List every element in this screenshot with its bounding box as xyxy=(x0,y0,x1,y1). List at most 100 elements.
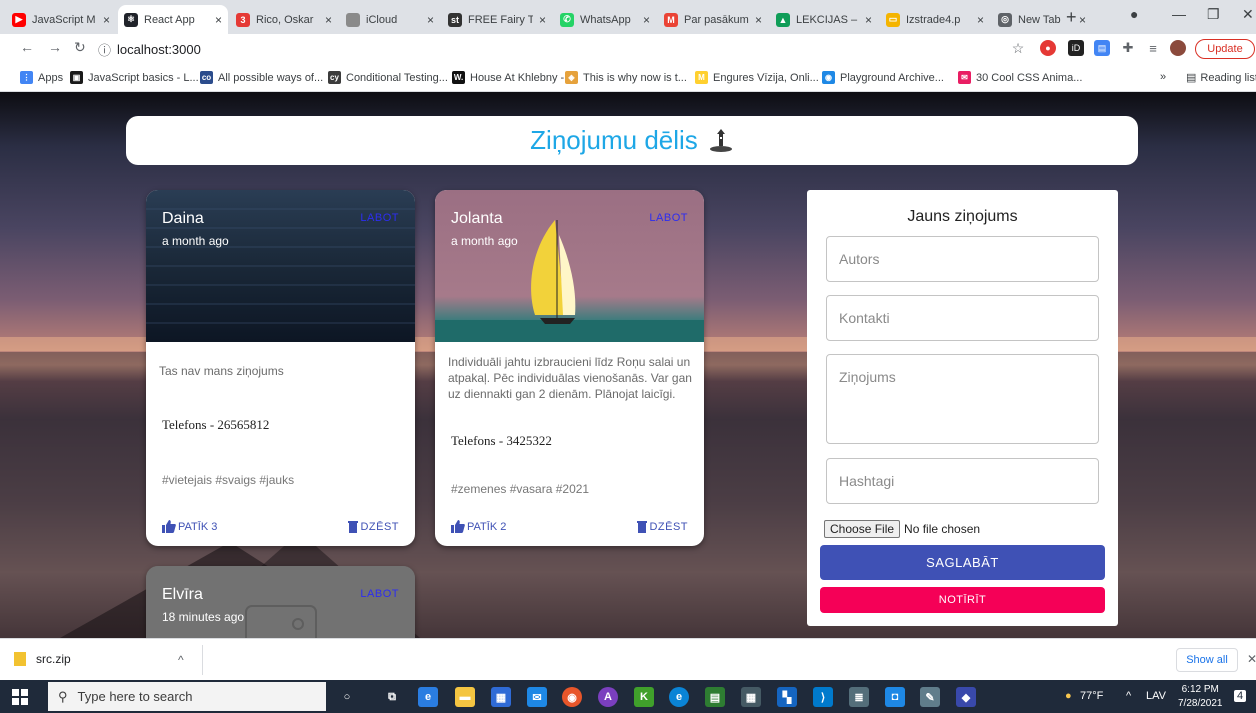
close-tab-icon[interactable]: × xyxy=(865,13,872,27)
paint-icon[interactable]: ✎ xyxy=(920,687,940,707)
close-tab-icon[interactable]: × xyxy=(427,13,434,27)
tab-react[interactable]: ⚛ React App × xyxy=(118,5,228,34)
show-all-button[interactable]: Show all xyxy=(1176,648,1238,672)
page-title: Ziņojumu dēlis xyxy=(530,125,698,155)
mail-icon: ✉ xyxy=(958,71,971,84)
bookmark-item[interactable]: cy Conditional Testing... xyxy=(328,71,448,84)
tab-st[interactable]: st FREE Fairy T × xyxy=(442,5,552,34)
bookmark-item[interactable]: ◈ This is why now is t... xyxy=(565,71,687,84)
tab-apple[interactable]: iCloud × xyxy=(340,5,440,34)
close-window-icon[interactable]: ✕ xyxy=(1242,6,1254,23)
card-time: 18 minutes ago xyxy=(162,610,245,624)
url-input[interactable]: ⓘ localhost:3000 xyxy=(98,38,1033,60)
delete-button[interactable]: DZĒST xyxy=(637,520,688,533)
tab-drive[interactable]: ▲ LEKCIJAS – × xyxy=(770,5,878,34)
chevron-up-icon[interactable]: ^ xyxy=(178,653,184,667)
download-item[interactable]: src.zip xyxy=(14,652,71,666)
close-tab-icon[interactable]: × xyxy=(103,13,110,27)
reading-list-button[interactable]: ▤ Reading list xyxy=(1186,71,1256,85)
author-input[interactable]: Autors xyxy=(826,236,1099,282)
info-icon[interactable]: ⓘ xyxy=(98,40,111,59)
contacts-input[interactable]: Kontakti xyxy=(826,295,1099,341)
calculator-icon[interactable]: ▦ xyxy=(741,687,761,707)
file-explorer-icon[interactable]: ▬ xyxy=(455,687,475,707)
close-tab-icon[interactable]: × xyxy=(539,13,546,27)
tab-b[interactable]: 3 Rico, Oskar × xyxy=(230,5,338,34)
tab-chrome[interactable]: ◎ New Tab × xyxy=(992,5,1092,34)
tab-slides[interactable]: ▭ Izstrade4.p × xyxy=(880,5,990,34)
clock[interactable]: 6:12 PM 7/28/2021 xyxy=(1178,683,1223,711)
close-tab-icon[interactable]: × xyxy=(755,13,762,27)
language-indicator[interactable]: LAV xyxy=(1146,690,1166,702)
forward-icon[interactable]: → xyxy=(48,39,62,55)
close-tab-icon[interactable]: × xyxy=(643,13,650,27)
bookmark-item[interactable]: W. House At Khlebny -... xyxy=(452,71,573,84)
cortana-icon[interactable]: ○ xyxy=(337,687,357,707)
notification-badge[interactable]: 4 xyxy=(1234,690,1247,702)
kotlin-icon[interactable]: K xyxy=(634,687,654,707)
minimize-icon[interactable]: — xyxy=(1172,6,1186,22)
taskbar-search-placeholder: Type here to search xyxy=(77,689,193,704)
bookmark-item[interactable]: M Engures Vīzija, Onli... xyxy=(695,71,819,84)
windows-start-icon[interactable] xyxy=(12,689,28,705)
profile-icon[interactable]: ● xyxy=(1130,6,1138,22)
sheets-icon[interactable]: ▤ xyxy=(705,687,725,707)
network-app-icon[interactable]: ▚ xyxy=(777,687,797,707)
edge-legacy-icon[interactable]: e xyxy=(418,687,438,707)
miro-icon: M xyxy=(695,71,708,84)
restore-icon[interactable]: ❐ xyxy=(1207,6,1220,23)
app-icon[interactable]: ◆ xyxy=(956,687,976,707)
bookmark-item[interactable]: ◉ Playground Archive... xyxy=(822,71,944,84)
new-tab-button[interactable]: + xyxy=(1066,7,1077,28)
save-button[interactable]: SAGLABĀT xyxy=(820,545,1105,580)
extension-translate-icon[interactable]: ▤ xyxy=(1094,40,1110,56)
notepad-icon[interactable]: ≣ xyxy=(849,687,869,707)
clear-button[interactable]: NOTĪRĪT xyxy=(820,587,1105,613)
like-button[interactable]: PATĪK 2 xyxy=(451,520,506,533)
extensions-puzzle-icon[interactable]: ✚ xyxy=(1120,40,1136,56)
card-image: Daina a month ago LABOT xyxy=(146,190,415,342)
close-tab-icon[interactable]: × xyxy=(1079,13,1086,27)
extension-red-icon[interactable]: ● xyxy=(1040,40,1056,56)
edge-icon[interactable]: e xyxy=(669,687,689,707)
bookmark-item[interactable]: ▣ JavaScript basics - L... xyxy=(70,71,199,84)
chrome-taskbar-icon[interactable]: ◉ xyxy=(562,687,582,707)
mail-app-icon[interactable]: ✉ xyxy=(527,687,547,707)
weather-text[interactable]: 77°F xyxy=(1080,690,1103,702)
avatar[interactable] xyxy=(1170,40,1186,56)
visual-studio-icon[interactable]: A xyxy=(598,687,618,707)
bookmark-item[interactable]: ⋮ Apps xyxy=(20,71,63,84)
bookmark-item[interactable]: co All possible ways of... xyxy=(200,71,323,84)
delete-button[interactable]: DZĒST xyxy=(348,520,399,533)
clock-date: 7/28/2021 xyxy=(1178,698,1223,709)
extension-id-icon[interactable]: iD xyxy=(1068,40,1084,56)
snip-icon[interactable]: ◘ xyxy=(885,687,905,707)
close-tab-icon[interactable]: × xyxy=(977,13,984,27)
chevron-up-tray-icon[interactable]: ^ xyxy=(1126,690,1131,702)
reload-icon[interactable]: ↻ xyxy=(74,39,86,56)
close-downloads-icon[interactable]: ✕ xyxy=(1247,652,1256,666)
bookmark-item[interactable]: ✉ 30 Cool CSS Anima... xyxy=(958,71,1082,84)
tab-whatsapp[interactable]: ✆ WhatsApp × xyxy=(554,5,656,34)
back-icon[interactable]: ← xyxy=(20,39,34,55)
update-button[interactable]: Update xyxy=(1195,39,1255,59)
close-tab-icon[interactable]: × xyxy=(215,13,222,27)
bookmarks-overflow-button[interactable]: » xyxy=(1160,71,1166,83)
edit-button[interactable]: LABOT xyxy=(360,588,399,600)
store-icon[interactable]: ▦ xyxy=(491,687,511,707)
tab-youtube[interactable]: ▶ JavaScript M × xyxy=(6,5,116,34)
taskbar-search-input[interactable]: ⚲ Type here to search xyxy=(48,682,326,711)
hashtags-input[interactable]: Hashtagi xyxy=(826,458,1099,504)
edit-button[interactable]: LABOT xyxy=(360,212,399,224)
tab-gmail[interactable]: M Par pasākum × xyxy=(658,5,768,34)
choose-file-button[interactable]: Choose File xyxy=(824,520,901,538)
vscode-icon[interactable]: ⟩ xyxy=(813,687,833,707)
edit-button[interactable]: LABOT xyxy=(649,212,688,224)
close-tab-icon[interactable]: × xyxy=(325,13,332,27)
media-queue-icon[interactable]: ≡ xyxy=(1145,40,1161,56)
task-view-icon[interactable]: ⧉ xyxy=(382,687,402,707)
message-textarea[interactable]: Ziņojums xyxy=(826,354,1099,444)
like-button[interactable]: PATĪK 3 xyxy=(162,520,217,533)
bookmark-star-icon[interactable]: ☆ xyxy=(1010,40,1026,56)
message-card: Daina a month ago LABOT Tas nav mans ziņ… xyxy=(146,190,415,546)
